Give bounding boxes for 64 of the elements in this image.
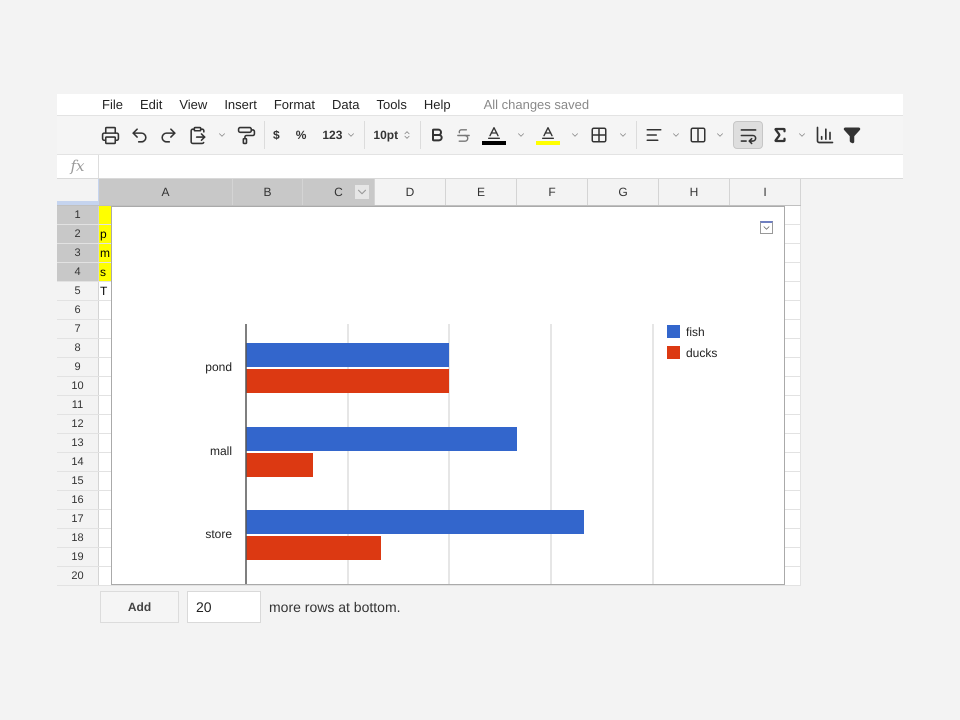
menu-item[interactable]: File [102,94,123,114]
undo-icon[interactable] [130,126,149,144]
currency-format-button[interactable]: $ [273,126,280,144]
legend-label: fish [686,325,705,339]
filter-icon[interactable] [843,126,862,144]
bold-icon[interactable] [429,127,446,143]
row-header[interactable]: 5 [57,282,99,300]
row-count-field[interactable]: 20 [187,591,261,623]
chart-icon[interactable] [815,125,836,145]
row-header[interactable]: 13 [57,434,99,452]
font-size-field[interactable]: 10pt [373,126,398,144]
add-rows-button[interactable]: Add [100,591,179,623]
row-header[interactable]: 20 [57,567,99,585]
formula-label: fx [57,155,99,178]
row-header[interactable]: 11 [57,396,99,414]
row-header[interactable]: 6 [57,301,99,319]
chart-menu-icon[interactable] [760,221,773,234]
column-header[interactable]: C [303,179,375,205]
highlight-color-icon[interactable] [536,125,560,145]
column-header[interactable]: A [99,179,233,205]
strikethrough-icon[interactable] [455,126,472,144]
align-left-icon[interactable] [645,126,664,144]
menu-item[interactable]: Edit [140,94,162,114]
text-color-icon[interactable] [482,125,506,145]
row-header[interactable]: 7 [57,320,99,338]
clipboard-icon[interactable] [188,126,207,144]
row-header[interactable]: 4 [57,263,99,281]
merge-cells-icon[interactable] [689,126,708,144]
row-header[interactable]: 1 [57,206,99,224]
category-label: mall [210,444,232,458]
add-rows-text: more rows at bottom. [269,598,400,616]
category-label: pond [205,360,232,374]
number-format-button[interactable]: 123 [322,126,356,144]
column-header[interactable]: B [233,179,303,205]
row-header[interactable]: 16 [57,491,99,509]
percent-format-button[interactable]: % [296,126,306,144]
redo-icon[interactable] [159,126,178,144]
menu-item[interactable]: Tools [376,94,407,114]
menu-item[interactable]: Insert [224,94,257,114]
print-icon[interactable] [101,126,120,144]
chart-panel[interactable]: pond mall store fish ducks [111,206,785,585]
row-header[interactable]: 18 [57,529,99,547]
stepper-icon[interactable] [402,129,412,141]
category-label: store [205,527,232,541]
borders-icon[interactable] [590,126,608,144]
bar [246,453,313,477]
row-header[interactable]: 10 [57,377,99,395]
legend-label: ducks [686,346,718,360]
menu-item[interactable]: Help [424,94,451,114]
row-header[interactable]: 15 [57,472,99,490]
row-header[interactable]: 2 [57,225,99,243]
row-header[interactable]: 12 [57,415,99,433]
row-header[interactable]: 9 [57,358,99,376]
row-header[interactable]: 3 [57,244,99,262]
paint-roller-icon[interactable] [237,126,256,144]
row-header[interactable]: 14 [57,453,99,471]
save-status: All changes saved [484,96,590,114]
wrap-text-button[interactable] [733,121,764,149]
menu-item[interactable]: View [179,94,208,114]
menu-item[interactable]: Format [274,94,315,114]
menu-item[interactable]: Data [332,94,360,114]
row-header[interactable]: 17 [57,510,99,528]
row-header[interactable]: 8 [57,339,99,357]
row-header[interactable]: 19 [57,548,99,566]
